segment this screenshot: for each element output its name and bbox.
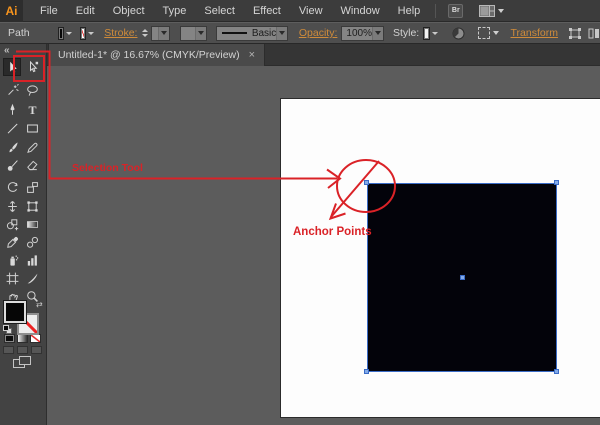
menu-item-view[interactable]: View bbox=[290, 0, 332, 22]
dropdown-arrow-icon[interactable] bbox=[276, 27, 287, 40]
workspace-switcher[interactable] bbox=[479, 5, 504, 17]
rectangle-tool[interactable] bbox=[23, 119, 41, 137]
brush-name: Basic bbox=[252, 28, 276, 39]
stroke-dropdown-icon[interactable] bbox=[88, 32, 94, 35]
align-options-icon[interactable] bbox=[478, 27, 499, 39]
opacity-link[interactable]: Opacity: bbox=[299, 27, 338, 39]
center-point-handle[interactable] bbox=[460, 275, 465, 280]
none-mode-button[interactable] bbox=[30, 334, 41, 343]
blend-tool[interactable] bbox=[23, 233, 41, 251]
stepper-down-icon[interactable] bbox=[142, 34, 148, 37]
illustrator-window: Ai FileEditObjectTypeSelectEffectViewWin… bbox=[0, 0, 600, 425]
variable-width-dropdown[interactable] bbox=[180, 26, 207, 41]
dropdown-arrow-icon[interactable] bbox=[158, 27, 169, 40]
control-bar: Path Stroke: Basic Opacity: 100% Style: bbox=[0, 22, 600, 44]
tool-panel: « T ⇄ bbox=[0, 44, 47, 425]
anchor-handle-top-right[interactable] bbox=[554, 180, 559, 185]
menu-item-help[interactable]: Help bbox=[389, 0, 430, 22]
line-segment-tool[interactable] bbox=[3, 119, 21, 137]
menu-bar: Ai FileEditObjectTypeSelectEffectViewWin… bbox=[0, 0, 600, 22]
width-tool[interactable] bbox=[3, 197, 21, 215]
style-label: Style: bbox=[393, 27, 419, 39]
fill-dropdown-icon[interactable] bbox=[66, 32, 72, 35]
eraser-tool[interactable] bbox=[23, 156, 41, 174]
menu-item-type[interactable]: Type bbox=[154, 0, 196, 22]
menu-items: FileEditObjectTypeSelectEffectViewWindow… bbox=[31, 0, 429, 22]
menu-item-object[interactable]: Object bbox=[104, 0, 154, 22]
fill-proxy-swatch[interactable] bbox=[4, 301, 26, 323]
eyedropper-tool[interactable] bbox=[3, 233, 21, 251]
menu-item-file[interactable]: File bbox=[31, 0, 67, 22]
screen-mode-button[interactable] bbox=[13, 356, 31, 369]
stroke-weight-link[interactable]: Stroke: bbox=[104, 27, 137, 39]
anchor-handle-bottom-right[interactable] bbox=[554, 369, 559, 374]
stroke-weight-dropdown[interactable] bbox=[151, 26, 169, 41]
draw-inside-button[interactable] bbox=[31, 346, 42, 354]
dropdown-arrow-icon[interactable] bbox=[372, 27, 383, 40]
workspace-icon bbox=[479, 5, 495, 17]
document-tab[interactable]: Untitled-1* @ 16.67% (CMYK/Preview) × bbox=[48, 44, 265, 66]
magic-wand-tool[interactable] bbox=[3, 81, 21, 99]
graph-tool[interactable] bbox=[23, 251, 41, 269]
menubar-separator bbox=[435, 4, 436, 18]
color-mode-button[interactable] bbox=[4, 334, 15, 343]
dropdown-arrow-icon[interactable] bbox=[195, 27, 206, 40]
tab-close-icon[interactable]: × bbox=[249, 50, 255, 60]
panel-collapse-icon[interactable]: « bbox=[4, 45, 10, 56]
chevron-down-icon bbox=[493, 31, 499, 35]
style-dropdown-icon[interactable] bbox=[432, 32, 438, 35]
menu-item-effect[interactable]: Effect bbox=[244, 0, 290, 22]
svg-text:T: T bbox=[28, 103, 36, 116]
gradient-mode-button[interactable] bbox=[17, 334, 28, 343]
blob-brush-tool[interactable] bbox=[3, 156, 21, 174]
style-swatch[interactable] bbox=[423, 27, 429, 40]
bounding-box-icon[interactable] bbox=[568, 27, 582, 40]
isolate-object-icon[interactable] bbox=[588, 27, 600, 40]
menu-item-select[interactable]: Select bbox=[195, 0, 244, 22]
swap-fill-stroke-icon[interactable]: ⇄ bbox=[36, 301, 43, 309]
fill-color-swatch[interactable] bbox=[58, 27, 64, 40]
type-tool[interactable]: T bbox=[23, 100, 41, 118]
pencil-tool[interactable] bbox=[23, 138, 41, 156]
document-tab-bar: Untitled-1* @ 16.67% (CMYK/Preview) × bbox=[0, 44, 600, 66]
anchor-handle-top-left[interactable] bbox=[364, 180, 369, 185]
menu-item-window[interactable]: Window bbox=[332, 0, 389, 22]
selection-tool[interactable] bbox=[3, 58, 21, 76]
stroke-color-swatch[interactable] bbox=[80, 27, 86, 40]
draw-normal-button[interactable] bbox=[3, 346, 14, 354]
direct-selection-tool[interactable] bbox=[23, 58, 41, 76]
symbol-sprayer-tool[interactable] bbox=[3, 251, 21, 269]
document-title: Untitled-1* @ 16.67% (CMYK/Preview) bbox=[58, 49, 240, 61]
scale-tool[interactable] bbox=[23, 178, 41, 196]
brush-stroke-preview bbox=[222, 32, 247, 34]
lasso-tool[interactable] bbox=[23, 81, 41, 99]
default-fill-stroke-icon[interactable] bbox=[3, 325, 12, 334]
stroke-weight-stepper[interactable] bbox=[142, 29, 148, 37]
gradient-tool[interactable] bbox=[23, 215, 41, 233]
bridge-icon[interactable]: Br bbox=[448, 4, 463, 18]
draw-behind-button[interactable] bbox=[17, 346, 28, 354]
artboard-tool[interactable] bbox=[3, 269, 21, 287]
brush-definition-dropdown[interactable]: Basic bbox=[216, 26, 288, 41]
selection-type-label: Path bbox=[8, 27, 30, 39]
transform-link[interactable]: Transform bbox=[511, 27, 558, 39]
slice-tool[interactable] bbox=[23, 269, 41, 287]
app-logo: Ai bbox=[0, 0, 23, 22]
anchor-handle-bottom-left[interactable] bbox=[364, 369, 369, 374]
menu-item-edit[interactable]: Edit bbox=[67, 0, 104, 22]
free-transform-tool[interactable] bbox=[23, 197, 41, 215]
recolor-artwork-icon[interactable] bbox=[452, 27, 465, 40]
chevron-down-icon bbox=[498, 9, 504, 13]
paintbrush-tool[interactable] bbox=[3, 138, 21, 156]
opacity-dropdown[interactable]: 100% bbox=[341, 26, 384, 41]
stepper-up-icon[interactable] bbox=[142, 29, 148, 32]
rotate-tool[interactable] bbox=[3, 178, 21, 196]
shape-builder-tool[interactable] bbox=[3, 215, 21, 233]
opacity-value: 100% bbox=[346, 28, 372, 39]
pen-tool[interactable] bbox=[3, 100, 21, 118]
